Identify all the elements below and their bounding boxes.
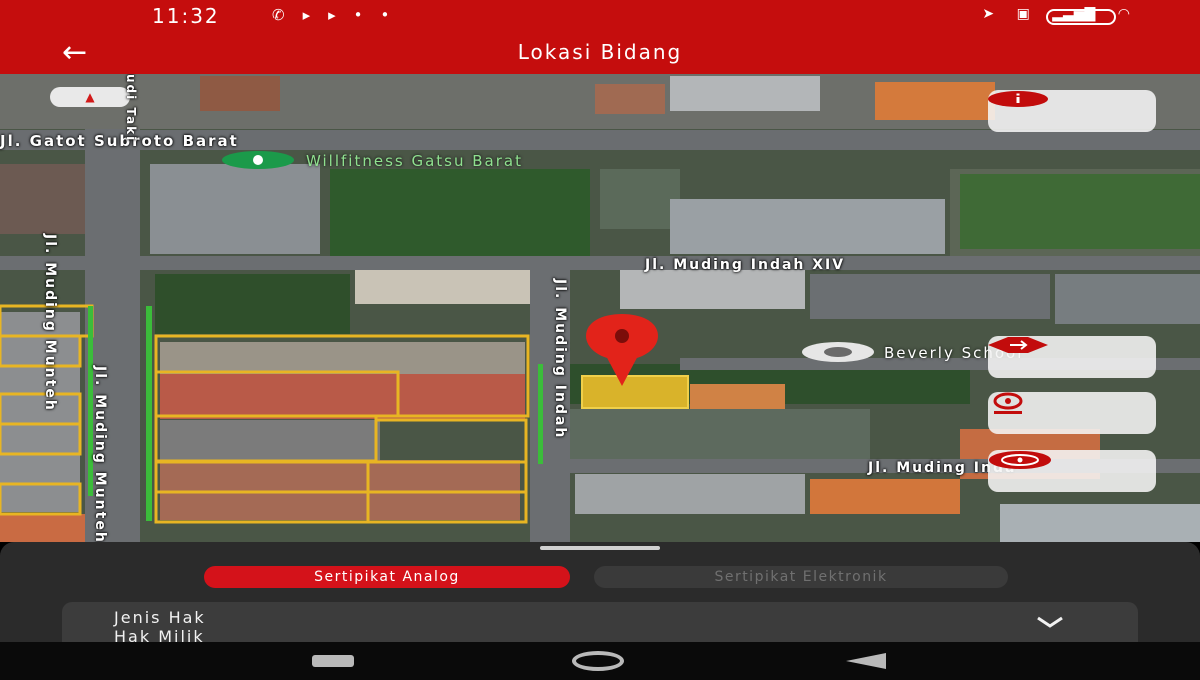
jenis-hak-card[interactable]: Jenis Hak Hak Milik: [62, 602, 1138, 646]
page-title: Lokasi Bidang: [517, 40, 683, 64]
school-poi-icon: [802, 342, 874, 362]
status-bar: 11:32 ✆▸▸•• ➤ ▣ ▂▃▅▇ ◠ 69: [0, 0, 1200, 34]
road-label-gatot-subroto: Jl. Gatot Subroto Barat: [0, 132, 239, 150]
target-location-button[interactable]: [988, 450, 1156, 492]
status-notification-icons: ✆▸▸••: [272, 6, 407, 24]
satellite-map[interactable]: ▲ Jl. Gatot Subroto Barat Jl. Muding Ind…: [0, 74, 1200, 542]
road-label-muding-indah: Jl. Muding Indah: [552, 279, 568, 440]
fitness-poi-icon: [222, 151, 294, 169]
home-icon[interactable]: [572, 651, 624, 671]
play-icon: ▸: [302, 6, 329, 24]
jenis-hak-label: Jenis Hak: [114, 608, 206, 627]
play-icon: ▸: [328, 6, 354, 24]
sheet-drag-handle[interactable]: [540, 546, 660, 550]
measure-button[interactable]: [988, 336, 1156, 378]
system-nav-bar: [0, 642, 1200, 680]
road-label-muding-munteh-upper: Jl. Muding Munteh: [42, 234, 58, 412]
status-time: 11:32: [152, 4, 220, 28]
road-label-top: udi Taki: [124, 74, 138, 143]
chevron-down-icon[interactable]: [1030, 612, 1070, 632]
whatsapp-icon: ✆: [272, 6, 303, 24]
back-triangle-icon[interactable]: [846, 653, 886, 669]
volte-icon: ▣: [1016, 6, 1030, 22]
battery-level: 69: [1074, 11, 1088, 22]
wifi-icon: ◠: [1117, 6, 1130, 22]
compass-icon[interactable]: ▲: [50, 87, 130, 107]
target-icon: [989, 451, 1051, 469]
my-location-button[interactable]: [988, 392, 1156, 434]
app-bar: ← Lokasi Bidang: [0, 34, 1200, 74]
road-label-muding-indah-xiv: Jl. Muding Indah XIV: [645, 257, 846, 273]
recents-icon[interactable]: [312, 655, 354, 667]
location-arrow-icon: ➤: [982, 6, 995, 22]
location-pin-icon: [993, 392, 1023, 414]
road-label-muding-munteh-lower: Jl. Muding Munteh: [92, 366, 108, 542]
poi-label-willfitness[interactable]: Willfitness Gatsu Barat: [306, 152, 523, 170]
more-dots-icon: ••: [353, 6, 408, 24]
battery-icon: 69: [1046, 9, 1116, 25]
tab-sertipikat-elektronik[interactable]: Sertipikat Elektronik: [594, 566, 1008, 588]
tab-sertipikat-analog[interactable]: Sertipikat Analog: [204, 566, 570, 588]
swap-arrows-icon: [988, 337, 1048, 353]
bottom-sheet: Sertipikat Analog Sertipikat Elektronik …: [0, 542, 1200, 646]
info-icon: [988, 91, 1048, 107]
info-button[interactable]: [988, 90, 1156, 132]
